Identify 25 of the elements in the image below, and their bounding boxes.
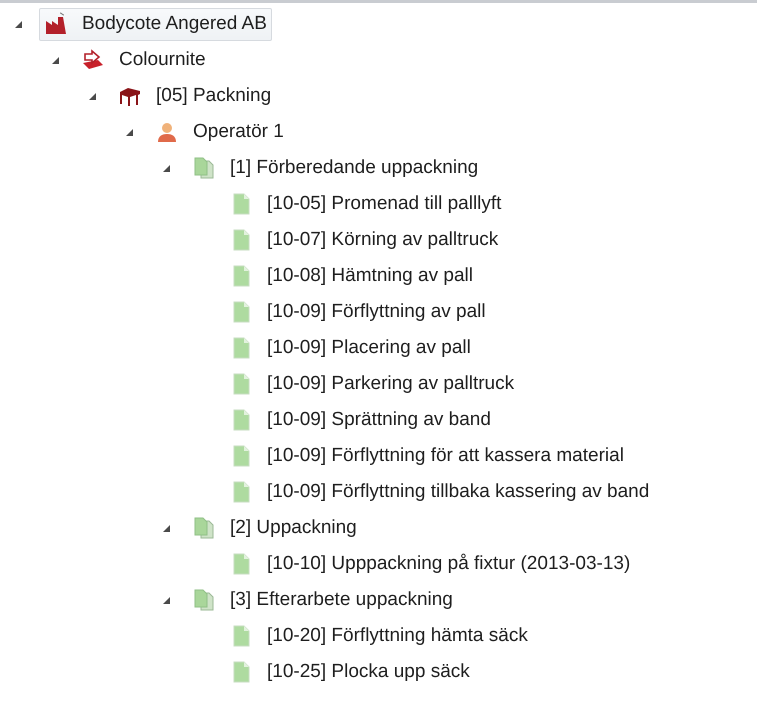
documents-icon xyxy=(192,156,216,180)
tree-item[interactable]: [10-09] Sprättning av band xyxy=(224,404,496,436)
tree-item[interactable]: Bodycote Angered AB xyxy=(39,8,272,40)
tree-item[interactable]: [10-25] Plocka upp säck xyxy=(224,656,475,688)
tree-item[interactable]: [10-09] Parkering av palltruck xyxy=(224,368,520,400)
tree-item[interactable]: Operatör 1 xyxy=(150,116,289,148)
tree-item[interactable]: [10-09] Förflyttning av pall xyxy=(224,296,491,328)
tree-item[interactable]: [05] Packning xyxy=(113,80,276,112)
tree-item[interactable]: [10-08] Hämtning av pall xyxy=(224,260,478,292)
tree-item[interactable]: [10-10] Upppackning på fixtur (2013-03-13) xyxy=(224,548,636,580)
tree-item[interactable]: [10-07] Körning av palltruck xyxy=(224,224,504,256)
tree-item[interactable]: [2] Uppackning xyxy=(187,512,362,544)
documents-icon xyxy=(192,516,216,540)
tree-item[interactable]: [10-09] Förflyttning tillbaka kassering av band xyxy=(224,476,654,508)
tree-item[interactable]: [10-05] Promenad till palllyft xyxy=(224,188,506,220)
tree-item[interactable]: [3] Efterarbete uppackning xyxy=(187,584,458,616)
documents-icon xyxy=(192,588,216,612)
person-icon xyxy=(155,120,179,144)
tree-item[interactable]: [10-09] Förflyttning för att kassera material xyxy=(224,440,629,472)
tree-item[interactable]: Colournite xyxy=(76,44,211,76)
arrow-tray-icon xyxy=(81,48,105,72)
tree-item[interactable]: [10-20] Förflyttning hämta säck xyxy=(224,620,533,652)
tree-item[interactable]: [1] Förberedande uppackning xyxy=(187,152,484,184)
factory-icon xyxy=(44,12,68,36)
tree-item[interactable]: [10-09] Placering av pall xyxy=(224,332,476,364)
